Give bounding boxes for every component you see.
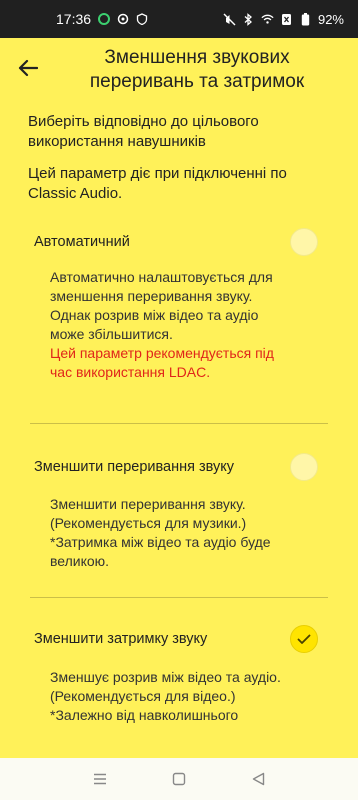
option-label: Зменшити затримку звуку [34, 631, 208, 647]
option-reduce-interruptions-description: Зменшити переривання звуку. (Рекомендуєт… [50, 496, 271, 569]
warning-text: Цей параметр рекомендується під час вико… [50, 345, 274, 380]
arrow-left-icon [18, 59, 38, 77]
content: Виберіть відповідно до цільового викорис… [0, 112, 358, 216]
option-label: Автоматичний [34, 234, 130, 250]
battery-icon [299, 12, 312, 26]
checkmark-icon [297, 634, 311, 644]
shield-icon [135, 13, 148, 26]
back-button[interactable] [14, 54, 42, 82]
menu-button[interactable] [90, 769, 110, 789]
home-button[interactable] [169, 769, 189, 789]
option-automatic-description: Автоматично налаштовується для зменшення… [50, 268, 290, 382]
navigation-bar [0, 758, 358, 800]
option-reduce-interruptions[interactable]: Зменшити переривання звуку [34, 453, 318, 481]
option-reduce-latency[interactable]: Зменшити затримку звуку [34, 625, 318, 653]
mute-icon [223, 13, 236, 26]
radio-button[interactable] [290, 453, 318, 481]
intro-note: Цей параметр діє при підключенні по Clas… [28, 165, 287, 202]
sim-icon [280, 13, 293, 26]
location-icon [116, 13, 129, 26]
option-label: Зменшити переривання звуку [34, 459, 235, 475]
divider [30, 597, 328, 598]
status-bar: 17:36 92% [0, 0, 358, 38]
home-square-icon [172, 772, 186, 786]
page-title: Зменшення звукових переривань та затримо… [89, 47, 305, 92]
radio-button-selected[interactable] [290, 625, 318, 653]
wifi-icon [261, 13, 274, 26]
option-reduce-latency-description: Зменшує розрив між відео та аудіо. (Реко… [50, 669, 281, 723]
battery-percent: 92% [317, 11, 344, 27]
bluetooth-icon [242, 12, 255, 26]
intro-text: Виберіть відповідно до цільового викорис… [28, 113, 259, 150]
app-notification-icon [97, 13, 110, 26]
back-nav-button[interactable] [248, 769, 268, 789]
menu-icon [93, 773, 106, 785]
option-automatic[interactable]: Автоматичний [34, 228, 318, 256]
status-time: 17:36 [56, 11, 92, 27]
header: Зменшення звукових переривань та затримо… [0, 38, 358, 102]
radio-button[interactable] [290, 228, 318, 256]
back-triangle-icon [252, 772, 265, 786]
divider [30, 423, 328, 424]
